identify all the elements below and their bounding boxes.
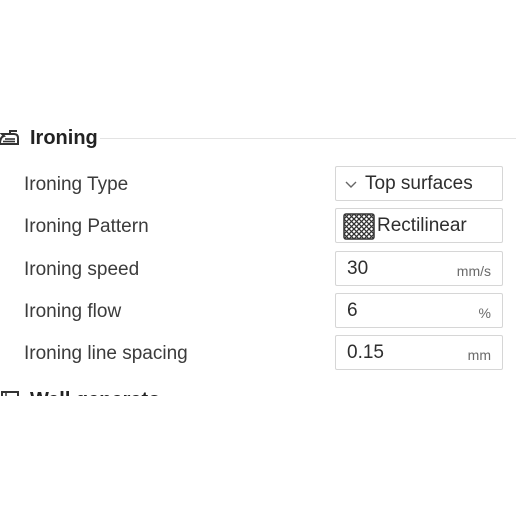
ironing-pattern-row: Ironing Pattern Rectilinear (0, 207, 516, 245)
ironing-line-spacing-input[interactable]: 0.15 mm (335, 335, 503, 370)
ironing-pattern-value: Rectilinear (377, 215, 467, 236)
ironing-flow-value[interactable]: 6 (347, 300, 358, 322)
wall-generator-icon (0, 389, 22, 396)
ironing-speed-unit: mm/s (456, 263, 491, 279)
section-divider (100, 138, 516, 139)
ironing-flow-row: Ironing flow 6 % (0, 292, 516, 330)
section-title-wall-generator: Wall generator (30, 388, 160, 396)
section-header-wall-generator: Wall generator (0, 386, 160, 396)
settings-panel: Ironing Ironing Type Top surfaces Ironin… (0, 0, 516, 516)
ironing-flow-input[interactable]: 6 % (335, 293, 503, 328)
ironing-speed-value[interactable]: 30 (347, 258, 368, 280)
ironing-flow-label: Ironing flow (24, 301, 122, 322)
section-title: Ironing (30, 127, 98, 149)
ironing-type-value: Top surfaces (365, 173, 473, 194)
rectilinear-pattern-icon (343, 213, 375, 240)
ironing-line-spacing-value[interactable]: 0.15 (347, 342, 384, 364)
ironing-line-spacing-label: Ironing line spacing (24, 343, 188, 364)
ironing-type-dropdown[interactable]: Top surfaces (335, 166, 503, 201)
ironing-speed-label: Ironing speed (24, 259, 140, 280)
chevron-down-icon[interactable] (344, 178, 358, 190)
ironing-line-spacing-row: Ironing line spacing 0.15 mm (0, 334, 516, 372)
ironing-speed-row: Ironing speed 30 mm/s (0, 250, 516, 288)
ironing-pattern-label: Ironing Pattern (24, 216, 149, 237)
ironing-type-label: Ironing Type (24, 174, 129, 195)
section-header-ironing: Ironing (0, 124, 516, 154)
ironing-line-spacing-unit: mm (467, 347, 491, 363)
ironing-type-row: Ironing Type Top surfaces (0, 165, 516, 203)
ironing-pattern-dropdown[interactable]: Rectilinear (335, 208, 503, 243)
iron-icon (0, 127, 24, 149)
ironing-flow-unit: % (478, 305, 491, 321)
ironing-speed-input[interactable]: 30 mm/s (335, 251, 503, 286)
